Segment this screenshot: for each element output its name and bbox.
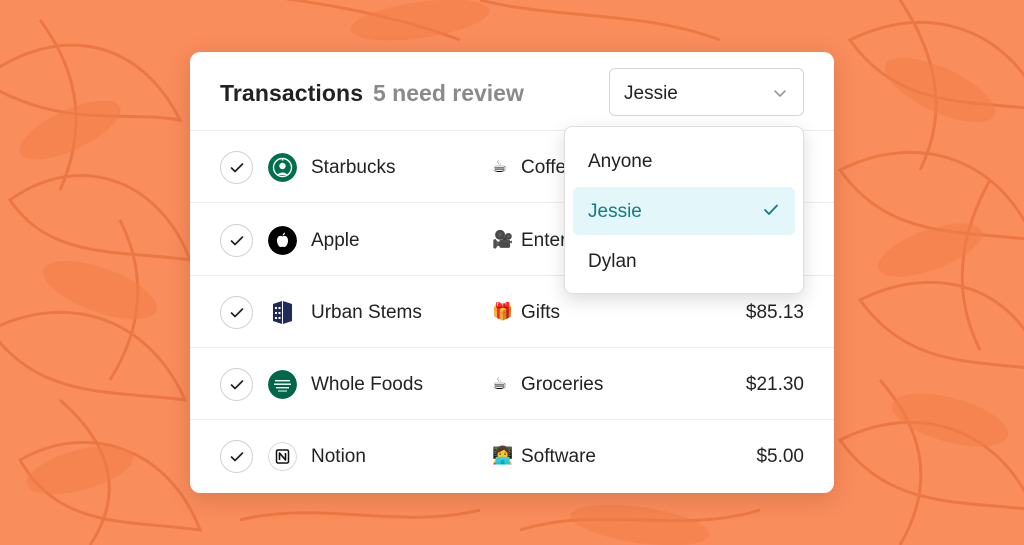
checkmark-icon: [230, 236, 244, 246]
whole-foods-logo-icon: [268, 370, 297, 399]
amount: $21.30: [745, 374, 804, 395]
checkmark-icon: [230, 452, 244, 462]
technologist-icon: 👩‍💻: [492, 446, 514, 466]
review-count: 5 need review: [373, 80, 524, 106]
movie-camera-icon: 🎥: [492, 230, 514, 250]
option-label: Jessie: [588, 201, 642, 222]
review-checkbox[interactable]: [220, 440, 253, 473]
checkmark-icon: [230, 163, 244, 173]
option-label: Anyone: [588, 151, 653, 172]
dropdown-option-dylan[interactable]: Dylan: [573, 237, 795, 285]
dropdown-option-anyone[interactable]: Anyone: [573, 137, 795, 185]
dropdown-option-jessie[interactable]: Jessie: [573, 187, 795, 235]
page-title: Transactions: [220, 80, 364, 106]
gift-icon: 🎁: [492, 302, 514, 322]
assignee-select[interactable]: Jessie: [609, 68, 804, 116]
merchant-name: Starbucks: [311, 157, 396, 178]
review-checkbox[interactable]: [220, 368, 253, 401]
merchant-name: Apple: [311, 230, 360, 251]
coffee-icon: ☕: [492, 374, 508, 394]
urban-stems-logo-icon: [273, 301, 292, 324]
option-label: Dylan: [588, 251, 637, 272]
table-row[interactable]: Notion 👩‍💻 Software $5.00: [190, 420, 834, 492]
assignee-dropdown-menu: Anyone Jessie Dylan: [564, 126, 804, 294]
category-label[interactable]: Groceries: [521, 374, 603, 396]
checkmark-icon: [764, 204, 778, 215]
category-label[interactable]: Gifts: [521, 302, 560, 324]
chevron-down-icon: [774, 90, 786, 97]
review-checkbox[interactable]: [220, 224, 253, 257]
notion-logo-icon: [268, 442, 297, 471]
merchant-name: Whole Foods: [311, 374, 423, 395]
checkmark-icon: [230, 380, 244, 390]
amount: $5.00: [756, 446, 804, 467]
table-row[interactable]: Whole Foods ☕ Groceries $21.30: [190, 348, 834, 420]
card-header: Transactions 5 need review Jessie: [190, 52, 834, 131]
apple-logo-icon: [268, 226, 297, 255]
category-label[interactable]: Software: [521, 446, 596, 468]
amount: $85.13: [745, 302, 804, 323]
starbucks-logo-icon: [268, 153, 297, 182]
review-checkbox[interactable]: [220, 151, 253, 184]
review-checkbox[interactable]: [220, 296, 253, 329]
merchant-name: Urban Stems: [311, 302, 422, 323]
merchant-name: Notion: [311, 446, 366, 467]
coffee-icon: ☕: [492, 157, 508, 177]
assignee-select-value: Jessie: [624, 83, 678, 104]
checkmark-icon: [230, 308, 244, 318]
